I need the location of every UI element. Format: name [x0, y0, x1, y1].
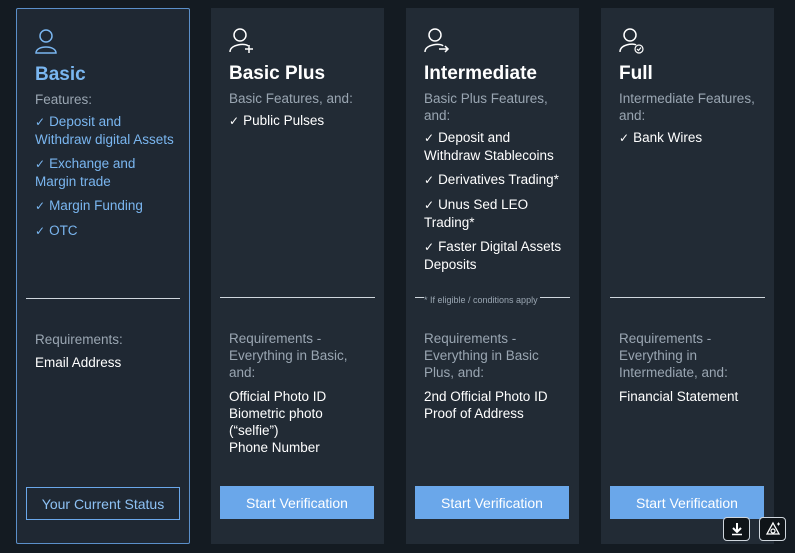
user-arrow-icon: [424, 28, 450, 53]
requirements-label: Requirements - Everything in Basic Plus,…: [424, 331, 539, 380]
features-label: Intermediate Features, and:: [619, 91, 755, 123]
requirements-label: Requirements - Everything in Intermediat…: [619, 331, 728, 380]
requirement-item: Proof of Address: [424, 406, 524, 421]
support-icon: [765, 521, 780, 535]
requirement-item: Financial Statement: [619, 389, 739, 404]
tier-title: Basic: [35, 64, 86, 85]
requirement-item: Email Address: [35, 355, 122, 370]
download-icon: [731, 523, 742, 536]
features-label: Features:: [35, 92, 93, 107]
feature-item: ✓ Margin Funding: [35, 198, 143, 213]
start-verification-button[interactable]: Start Verification: [415, 486, 569, 519]
check-icon: ✓: [424, 240, 435, 254]
tier-title: Intermediate: [424, 63, 537, 84]
tier-card-intermediate: Intermediate Basic Plus Features, and: ✓…: [406, 8, 579, 544]
tier-title: Basic Plus: [229, 63, 326, 84]
features-label: Basic Features, and:: [229, 91, 353, 106]
feature-item: ✓ Derivatives Trading*: [424, 172, 559, 187]
feature-list: ✓ Bank Wires: [619, 129, 764, 154]
eligibility-footnote: * If eligible / conditions apply: [424, 295, 540, 305]
feature-item: ✓ Deposit and Withdraw Stablecoins: [424, 130, 554, 163]
check-icon: ✓: [229, 114, 240, 128]
tier-card-basic: Basic Features: ✓ Deposit and Withdraw di…: [16, 8, 190, 544]
support-button[interactable]: [759, 517, 786, 541]
feature-item: ✓ Faster Digital Assets Deposits: [424, 239, 562, 272]
feature-list: ✓ Deposit and Withdraw digital Assets ✓ Ex…: [35, 113, 179, 247]
tier-title: Full: [619, 63, 653, 84]
feature-item: ✓ Deposit and Withdraw digital Assets: [35, 114, 174, 147]
check-icon: ✓: [35, 115, 46, 129]
requirement-item: Phone Number: [229, 440, 320, 455]
requirements-list: Email Address: [35, 354, 179, 371]
requirements-list: Official Photo ID Biometric photo (“self…: [229, 388, 374, 456]
check-icon: ✓: [35, 199, 46, 213]
check-icon: ✓: [424, 173, 435, 187]
tier-card-full: Full Intermediate Features, and: ✓ Bank W…: [601, 8, 774, 544]
check-icon: ✓: [424, 131, 435, 145]
feature-list: ✓ Public Pulses: [229, 112, 374, 137]
divider: [26, 298, 180, 299]
user-icon: [35, 29, 57, 54]
requirements-list: 2nd Official Photo ID Proof of Address: [424, 388, 569, 422]
requirement-item: Biometric photo (“selfie”): [229, 406, 323, 438]
check-icon: ✓: [424, 198, 435, 212]
features-label: Basic Plus Features, and:: [424, 91, 548, 123]
download-button[interactable]: [723, 517, 750, 541]
feature-item: ✓ OTC: [35, 223, 78, 238]
start-verification-button[interactable]: Start Verification: [610, 486, 764, 519]
requirements-label: Requirements - Everything in Basic, and:: [229, 331, 348, 380]
divider: [220, 297, 375, 298]
feature-item: ✓ Bank Wires: [619, 130, 703, 145]
user-verified-icon: [619, 28, 644, 54]
feature-item: ✓ Unus Sed LEO Trading*: [424, 197, 529, 230]
tier-card-basic-plus: Basic Plus Basic Features, and: ✓ Public …: [211, 8, 384, 544]
feature-list: ✓ Deposit and Withdraw Stablecoins ✓ Deriv…: [424, 129, 569, 280]
feature-item: ✓ Public Pulses: [229, 113, 325, 128]
feature-item: ✓ Exchange and Margin trade: [35, 156, 136, 189]
start-verification-button[interactable]: Start Verification: [220, 486, 374, 519]
requirements-label: Requirements:: [35, 332, 123, 347]
user-add-icon: [229, 28, 253, 53]
check-icon: ✓: [35, 157, 46, 171]
check-icon: ✓: [619, 131, 630, 145]
requirements-list: Financial Statement: [619, 388, 764, 405]
requirement-item: 2nd Official Photo ID: [424, 389, 548, 404]
check-icon: ✓: [35, 224, 46, 238]
divider: [610, 297, 765, 298]
current-status-button[interactable]: Your Current Status: [26, 487, 180, 520]
requirement-item: Official Photo ID: [229, 389, 327, 404]
